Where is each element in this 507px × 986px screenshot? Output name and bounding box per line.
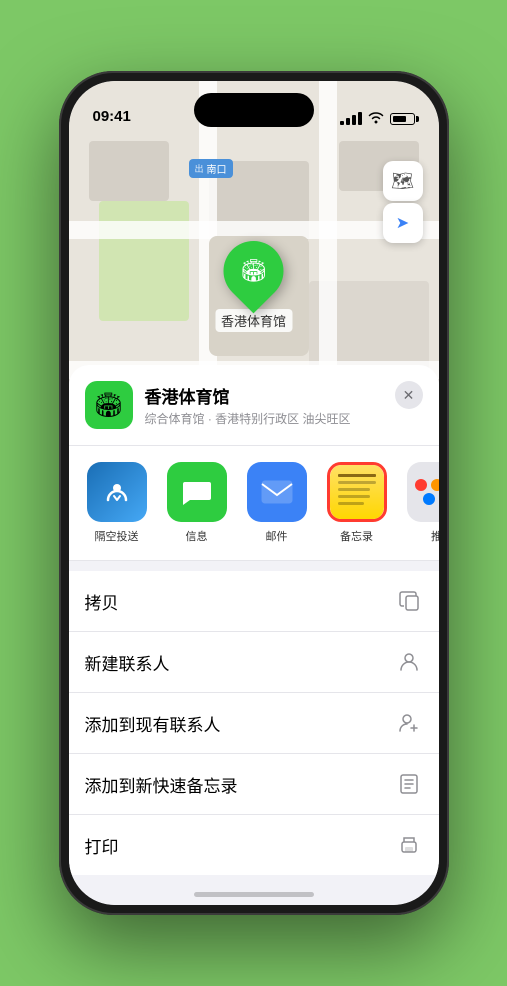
notes-icon bbox=[330, 464, 384, 520]
close-button[interactable]: ✕ bbox=[395, 381, 423, 409]
map-exit-label: 出 南口 bbox=[189, 159, 233, 178]
more-dot-2 bbox=[431, 479, 439, 491]
marker-icon: 🏟 bbox=[240, 258, 268, 284]
share-item-messages[interactable]: 信息 bbox=[165, 462, 229, 544]
messages-icon bbox=[181, 478, 213, 506]
map-controls: 🗺 ➤ bbox=[383, 161, 423, 243]
battery-icon bbox=[390, 113, 415, 125]
copy-icon bbox=[395, 587, 423, 615]
action-print[interactable]: 打印 bbox=[69, 815, 439, 875]
airdrop-icon-wrap bbox=[87, 462, 147, 522]
map-view-toggle[interactable]: 🗺 bbox=[383, 161, 423, 201]
person-add-icon bbox=[395, 709, 423, 737]
more-dot-4 bbox=[423, 493, 435, 505]
action-quick-note[interactable]: 添加到新快速备忘录 bbox=[69, 754, 439, 815]
status-time: 09:41 bbox=[93, 108, 131, 127]
location-button[interactable]: ➤ bbox=[383, 203, 423, 243]
action-quick-note-label: 添加到新快速备忘录 bbox=[85, 772, 238, 797]
airdrop-icon bbox=[103, 478, 131, 506]
location-marker: 🏟 香港体育馆 bbox=[215, 241, 292, 332]
print-icon bbox=[395, 831, 423, 859]
action-new-contact-label: 新建联系人 bbox=[85, 650, 170, 675]
mail-icon-wrap bbox=[247, 462, 307, 522]
mail-icon bbox=[261, 480, 293, 504]
location-card-icon: 🏟 bbox=[85, 381, 133, 429]
action-list: 拷贝 新建联系人 bbox=[69, 571, 439, 875]
mail-label: 邮件 bbox=[266, 528, 288, 544]
action-print-label: 打印 bbox=[85, 833, 119, 858]
location-info: 香港体育馆 综合体育馆 · 香港特别行政区 油尖旺区 bbox=[145, 383, 423, 427]
share-item-airdrop[interactable]: 隔空投送 bbox=[85, 462, 149, 544]
location-name: 香港体育馆 bbox=[145, 383, 423, 408]
more-dot-1 bbox=[415, 479, 427, 491]
share-item-more[interactable]: 推 bbox=[405, 462, 439, 544]
location-subtitle: 综合体育馆 · 香港特别行政区 油尖旺区 bbox=[145, 410, 423, 427]
location-card: 🏟 香港体育馆 综合体育馆 · 香港特别行政区 油尖旺区 ✕ bbox=[69, 365, 439, 446]
dynamic-island bbox=[194, 93, 314, 127]
more-label: 推 bbox=[431, 528, 439, 544]
more-icon-wrap bbox=[407, 462, 439, 522]
notes-icon-wrap bbox=[327, 462, 387, 522]
phone-frame: 09:41 bbox=[59, 71, 449, 915]
status-icons bbox=[340, 110, 415, 127]
home-indicator bbox=[194, 892, 314, 897]
action-add-existing-label: 添加到现有联系人 bbox=[85, 711, 221, 736]
action-add-existing[interactable]: 添加到现有联系人 bbox=[69, 693, 439, 754]
bottom-sheet: 🏟 香港体育馆 综合体育馆 · 香港特别行政区 油尖旺区 ✕ bbox=[69, 365, 439, 905]
action-new-contact[interactable]: 新建联系人 bbox=[69, 632, 439, 693]
share-row: 隔空投送 信息 bbox=[69, 446, 439, 561]
airdrop-label: 隔空投送 bbox=[95, 528, 139, 544]
marker-pin: 🏟 bbox=[211, 229, 296, 314]
signal-icon bbox=[340, 112, 362, 125]
person-icon bbox=[395, 648, 423, 676]
action-copy[interactable]: 拷贝 bbox=[69, 571, 439, 632]
messages-icon-wrap bbox=[167, 462, 227, 522]
notes-label: 备忘录 bbox=[340, 528, 373, 544]
wifi-icon bbox=[368, 110, 384, 127]
note-icon bbox=[395, 770, 423, 798]
phone-screen: 09:41 bbox=[69, 81, 439, 905]
action-copy-label: 拷贝 bbox=[85, 589, 119, 614]
messages-label: 信息 bbox=[186, 528, 208, 544]
share-item-notes[interactable]: 备忘录 bbox=[325, 462, 389, 544]
share-item-mail[interactable]: 邮件 bbox=[245, 462, 309, 544]
